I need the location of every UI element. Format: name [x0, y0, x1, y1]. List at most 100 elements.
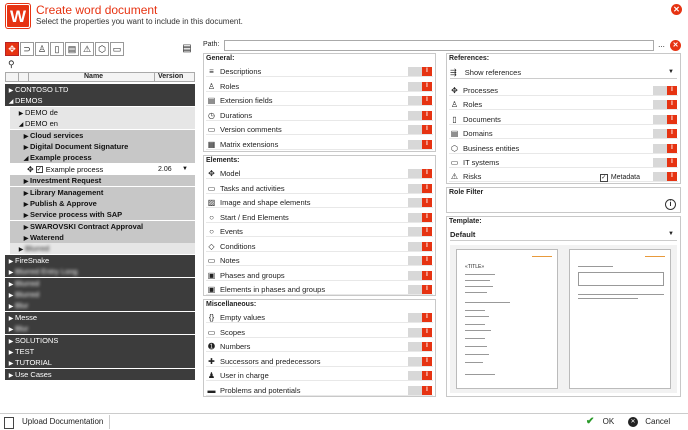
tree-item[interactable]: ▶ Publish & Approve: [10, 197, 195, 209]
include-toggle[interactable]: I: [653, 143, 677, 153]
processes-filter-icon[interactable]: ✥: [5, 42, 19, 56]
references-dropdown[interactable]: ⇶ Show references ▼: [450, 66, 677, 79]
tree-item[interactable]: ▶ Waterend: [10, 232, 195, 244]
include-toggle[interactable]: I: [408, 183, 432, 193]
include-toggle[interactable]: I: [408, 241, 432, 251]
expand-icon[interactable]: ▶: [7, 291, 15, 300]
expand-icon[interactable]: ▶: [22, 177, 30, 186]
tree-item[interactable]: ◢ DEMO en: [10, 118, 195, 130]
tree-item[interactable]: ▶ Blurred: [10, 243, 195, 255]
include-toggle[interactable]: I: [408, 212, 432, 222]
tree-item[interactable]: ▶ Blur: [5, 323, 195, 335]
expand-icon[interactable]: ▶: [7, 371, 15, 380]
metadata-option[interactable]: ✓ Metadata: [599, 172, 640, 183]
expand-icon[interactable]: ▶: [7, 325, 15, 334]
tree-item[interactable]: ▶ Use Cases: [5, 368, 195, 380]
tree-item[interactable]: ✥ ✓ Example process 2.06 ▼: [10, 163, 195, 175]
include-toggle[interactable]: I: [408, 67, 432, 76]
expand-icon[interactable]: ◢: [17, 120, 25, 129]
expand-icon[interactable]: ▶: [7, 348, 15, 357]
expand-icon[interactable]: ▶: [22, 200, 30, 209]
include-toggle[interactable]: I: [408, 110, 432, 120]
risk-filter-icon[interactable]: ⚠: [80, 42, 94, 56]
document-filter-icon[interactable]: ▯: [50, 42, 64, 56]
include-toggle[interactable]: I: [408, 313, 432, 322]
include-toggle[interactable]: I: [408, 81, 432, 91]
include-toggle[interactable]: I: [408, 356, 432, 366]
include-toggle[interactable]: I: [653, 100, 677, 110]
tree-item[interactable]: ◢ Example process: [10, 152, 195, 164]
expand-icon[interactable]: ▶: [17, 245, 25, 254]
expand-icon[interactable]: ▶: [7, 337, 15, 346]
tree-item[interactable]: ▶ TUTORIAL: [5, 357, 195, 369]
tree-item[interactable]: ▶ Blur: [5, 300, 195, 312]
include-toggle[interactable]: I: [653, 172, 677, 182]
expand-icon[interactable]: ▶: [7, 280, 15, 289]
role-filter-icon[interactable]: ♙: [35, 42, 49, 56]
expand-icon[interactable]: ▶: [7, 359, 15, 368]
include-toggle[interactable]: I: [408, 371, 432, 380]
expand-icon[interactable]: ▶: [22, 223, 30, 232]
path-input[interactable]: [224, 40, 654, 51]
link-filter-icon[interactable]: ⊃: [20, 42, 34, 56]
tree-item[interactable]: ▶ Blurred: [5, 289, 195, 301]
name-column-header[interactable]: Name: [84, 73, 103, 80]
expand-icon[interactable]: ▶: [22, 189, 30, 198]
include-toggle[interactable]: I: [408, 139, 432, 149]
expand-icon[interactable]: ◢: [7, 97, 15, 106]
include-toggle[interactable]: I: [653, 114, 677, 124]
include-toggle[interactable]: I: [653, 158, 677, 167]
expand-icon[interactable]: ▶: [7, 268, 15, 277]
tree-item[interactable]: ▶ FireSnake: [5, 254, 195, 266]
tree-search[interactable]: ⚲: [5, 59, 195, 71]
expand-icon[interactable]: ▶: [22, 132, 30, 141]
include-toggle[interactable]: I: [408, 256, 432, 265]
cancel-button[interactable]: ✕ Cancel: [628, 415, 686, 429]
include-toggle[interactable]: I: [408, 327, 432, 337]
search-icon[interactable]: ⚲: [8, 59, 15, 70]
item-checkbox[interactable]: ✓: [35, 166, 43, 174]
expand-icon[interactable]: ▶: [7, 314, 15, 323]
template-dropdown[interactable]: Default ▼: [450, 228, 677, 241]
tree-item[interactable]: ▶ Digital Document Signature: [10, 140, 195, 152]
entity-filter-icon[interactable]: ⬡: [95, 42, 109, 56]
include-toggle[interactable]: I: [408, 198, 432, 207]
include-toggle[interactable]: I: [408, 342, 432, 351]
include-toggle[interactable]: I: [408, 227, 432, 236]
tree-item[interactable]: ▶ Service process with SAP: [10, 209, 195, 221]
tree-item[interactable]: ◢ DEMOS: [5, 95, 195, 107]
tree-item[interactable]: ▶ DEMO de: [10, 106, 195, 118]
include-toggle[interactable]: I: [408, 125, 432, 134]
expand-icon[interactable]: ▶: [22, 143, 30, 152]
tree-item[interactable]: ▶ TEST: [5, 345, 195, 357]
tree-item[interactable]: ▶ SOLUTIONS: [5, 334, 195, 346]
include-toggle[interactable]: I: [408, 385, 432, 395]
tree-item[interactable]: ▶ Messe: [5, 311, 195, 323]
expand-icon[interactable]: ▶: [7, 257, 15, 266]
include-toggle[interactable]: I: [408, 96, 432, 105]
expand-icon[interactable]: ▶: [22, 234, 30, 243]
tree-item[interactable]: ▶ Library Management: [10, 186, 195, 198]
browse-button[interactable]: ...: [656, 40, 667, 51]
include-toggle[interactable]: I: [408, 270, 432, 280]
tree-item[interactable]: ▶ Investment Request: [10, 175, 195, 187]
expand-icon[interactable]: ▶: [17, 109, 25, 118]
tree-item[interactable]: ▶ Blurred Entry Long: [5, 266, 195, 278]
tree-item[interactable]: ▶ Blurred: [5, 277, 195, 289]
version-value[interactable]: 2.06: [158, 164, 172, 175]
ok-button[interactable]: ✔ OK: [586, 415, 626, 429]
tree-item[interactable]: ▶ SWAROVSKI Contract Approval: [10, 220, 195, 232]
include-toggle[interactable]: I: [408, 285, 432, 294]
expand-icon[interactable]: ▶: [7, 302, 15, 311]
tree-item[interactable]: ▶ CONTOSO LTD: [5, 84, 195, 95]
tree-item[interactable]: ▶ Cloud services: [10, 129, 195, 141]
metadata-checkbox[interactable]: ✓: [599, 173, 608, 182]
expand-icon[interactable]: ▶: [7, 86, 15, 95]
chevron-down-icon[interactable]: ▼: [182, 164, 188, 175]
include-toggle[interactable]: I: [408, 169, 432, 178]
include-toggle[interactable]: I: [653, 86, 677, 95]
expand-icon[interactable]: ▶: [22, 211, 30, 220]
upload-documentation-button[interactable]: Upload Documentation: [0, 415, 110, 429]
system-filter-icon[interactable]: ▭: [110, 42, 124, 56]
include-toggle[interactable]: I: [653, 129, 677, 139]
